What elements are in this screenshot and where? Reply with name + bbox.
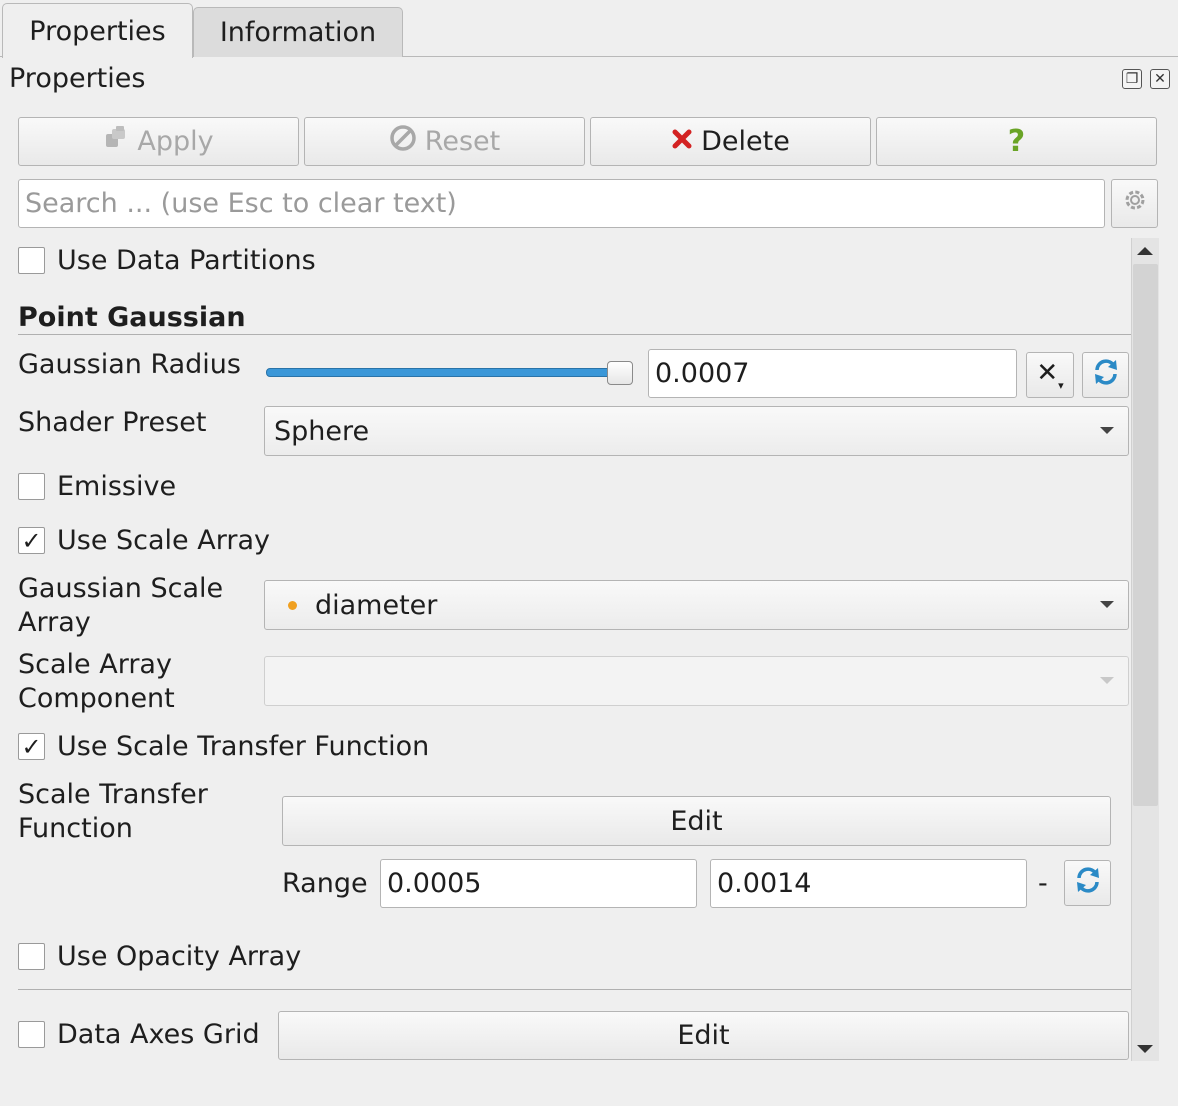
- help-button[interactable]: ?: [876, 117, 1157, 166]
- shader-preset-value: Sphere: [274, 415, 370, 447]
- search-settings-button[interactable]: [1111, 179, 1158, 228]
- refresh-icon: [1073, 865, 1103, 902]
- gaussian-scale-array-select[interactable]: diameter: [264, 580, 1129, 630]
- tab-properties[interactable]: Properties: [2, 3, 193, 58]
- group-divider: [18, 989, 1131, 990]
- reset-label: Reset: [424, 126, 501, 157]
- chevron-down-icon: [1100, 601, 1114, 608]
- chevron-down-icon: [1100, 677, 1114, 684]
- shader-preset-select[interactable]: Sphere: [264, 406, 1129, 456]
- scale-transfer-function-edit-button[interactable]: Edit: [282, 796, 1111, 846]
- section-divider: [18, 334, 1131, 335]
- close-icon[interactable]: ✕: [1150, 69, 1170, 89]
- use-data-partitions-label: Use Data Partitions: [57, 245, 316, 276]
- scroll-up-icon[interactable]: [1137, 247, 1153, 255]
- use-scale-array-checkbox[interactable]: ✓: [18, 527, 45, 554]
- clear-icon: ✕▾: [1036, 358, 1064, 392]
- gaussian-scale-array-label-2: Array: [18, 607, 91, 638]
- emissive-label: Emissive: [57, 471, 177, 502]
- chevron-down-icon: [1100, 427, 1114, 434]
- edit-label: Edit: [677, 1020, 730, 1051]
- range-min-field[interactable]: 0.0005: [380, 859, 697, 908]
- scale-array-component-label-2: Component: [18, 683, 175, 714]
- shader-preset-label: Shader Preset: [18, 407, 207, 438]
- gaussian-scale-array-value: diameter: [315, 589, 438, 621]
- reset-range-button[interactable]: [1082, 352, 1129, 398]
- use-scale-transfer-function-label: Use Scale Transfer Function: [57, 731, 430, 762]
- delete-label: Delete: [701, 126, 790, 157]
- scale-array-component-label: Scale Array: [18, 649, 172, 680]
- use-opacity-array-label: Use Opacity Array: [57, 941, 302, 972]
- edit-label: Edit: [670, 805, 723, 837]
- float-icon[interactable]: ❐: [1122, 69, 1142, 89]
- apply-icon: [103, 125, 129, 158]
- section-title: Point Gaussian: [18, 302, 246, 333]
- use-data-partitions-checkbox[interactable]: [18, 247, 45, 274]
- tab-information[interactable]: Information: [193, 7, 403, 57]
- range-max-field[interactable]: 0.0014: [710, 859, 1027, 908]
- gaussian-scale-array-label: Gaussian Scale: [18, 573, 224, 604]
- gaussian-radius-slider-track[interactable]: [266, 368, 622, 377]
- reset-button[interactable]: Reset: [304, 117, 585, 166]
- use-opacity-array-checkbox[interactable]: [18, 943, 45, 970]
- apply-label: Apply: [137, 126, 214, 157]
- data-axes-grid-edit-button[interactable]: Edit: [278, 1011, 1129, 1060]
- scale-transfer-function-label: Scale Transfer: [18, 779, 208, 810]
- use-scale-transfer-function-checkbox[interactable]: ✓: [18, 733, 45, 760]
- tab-information-label: Information: [219, 17, 377, 48]
- panel-title: Properties: [9, 63, 146, 94]
- scale-transfer-function-label-2: Function: [18, 813, 133, 844]
- scrollbar-thumb[interactable]: [1133, 264, 1158, 806]
- emissive-checkbox[interactable]: [18, 473, 45, 500]
- scroll-down-icon[interactable]: [1137, 1045, 1153, 1053]
- refresh-icon: [1091, 357, 1121, 394]
- tab-properties-label: Properties: [29, 15, 166, 47]
- gaussian-radius-value: 0.0007: [655, 358, 750, 389]
- clear-button[interactable]: ✕▾: [1026, 352, 1074, 398]
- delete-button[interactable]: Delete: [590, 117, 871, 166]
- range-min-value: 0.0005: [387, 868, 482, 899]
- scale-array-component-select[interactable]: [264, 656, 1129, 706]
- use-scale-array-label: Use Scale Array: [57, 525, 270, 556]
- gaussian-radius-field[interactable]: 0.0007: [648, 349, 1017, 398]
- gaussian-radius-label: Gaussian Radius: [18, 349, 241, 380]
- range-max-value: 0.0014: [717, 868, 812, 899]
- range-label: Range: [282, 868, 368, 899]
- tab-bar: Properties Information: [0, 0, 1178, 58]
- range-reset-button[interactable]: [1064, 860, 1111, 906]
- data-axes-grid-checkbox[interactable]: [18, 1021, 45, 1048]
- help-icon: ?: [1007, 124, 1026, 159]
- gaussian-radius-slider-handle[interactable]: [607, 361, 633, 385]
- gear-icon: [1121, 186, 1149, 221]
- data-axes-grid-label: Data Axes Grid: [57, 1019, 260, 1050]
- search-input[interactable]: [18, 179, 1105, 228]
- range-dash: -: [1038, 868, 1048, 899]
- delete-icon: [671, 126, 693, 157]
- point-data-icon: [288, 600, 297, 610]
- reset-icon: [389, 124, 417, 159]
- apply-button[interactable]: Apply: [18, 117, 299, 166]
